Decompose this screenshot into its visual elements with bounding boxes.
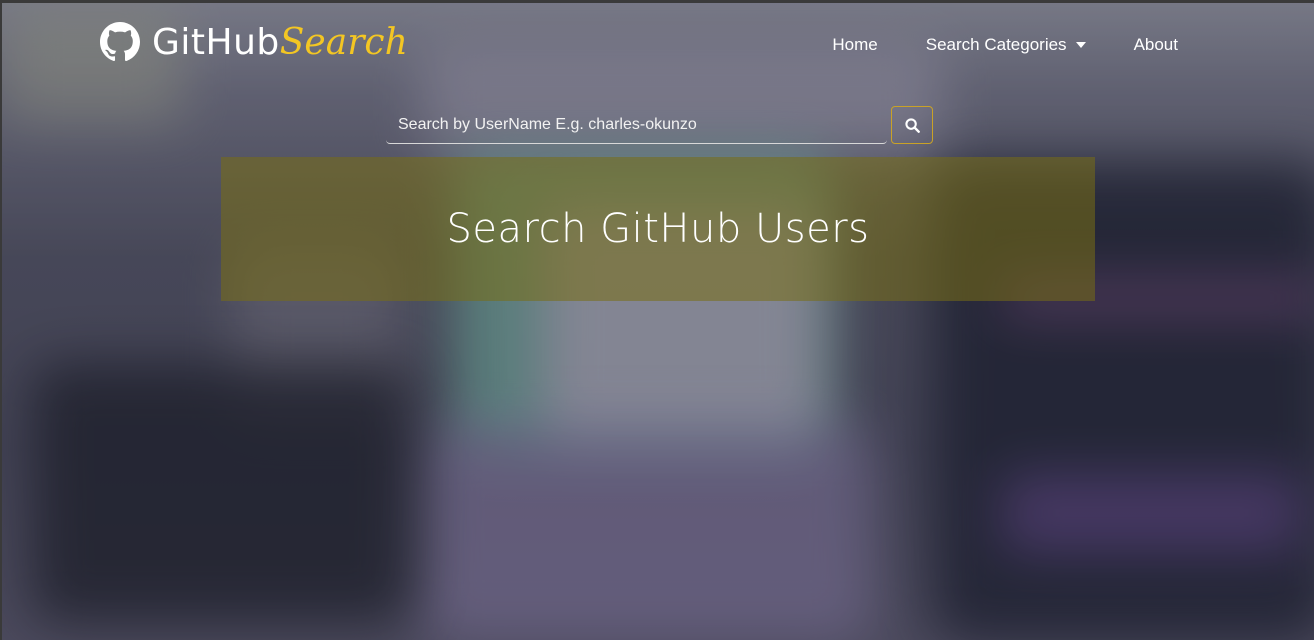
blurred-background-image: [2, 3, 1314, 640]
search-button[interactable]: [891, 106, 933, 144]
github-icon: [100, 22, 140, 62]
hero-banner: Search GitHub Users: [221, 157, 1095, 301]
page: GitHub Search Home Search Categories Abo…: [0, 0, 1314, 640]
search-input[interactable]: [386, 106, 887, 144]
search-form: [386, 106, 933, 144]
hero-title: Search GitHub Users: [446, 206, 870, 252]
nav-menu: Home Search Categories About: [784, 35, 1178, 55]
search-icon: [904, 117, 920, 133]
nav-dropdown-label: Search Categories: [925, 35, 1067, 54]
navbar: GitHub Search Home Search Categories Abo…: [2, 3, 1314, 89]
brand-logo-link[interactable]: GitHub Search: [100, 19, 408, 65]
caret-down-icon: [1075, 42, 1086, 48]
nav-dropdown-search-categories[interactable]: Search Categories: [926, 35, 1086, 55]
nav-link-home[interactable]: Home: [832, 35, 877, 55]
brand-name-search: Search: [279, 21, 408, 63]
nav-link-about[interactable]: About: [1134, 35, 1178, 55]
brand-name-github: GitHub: [152, 21, 280, 63]
